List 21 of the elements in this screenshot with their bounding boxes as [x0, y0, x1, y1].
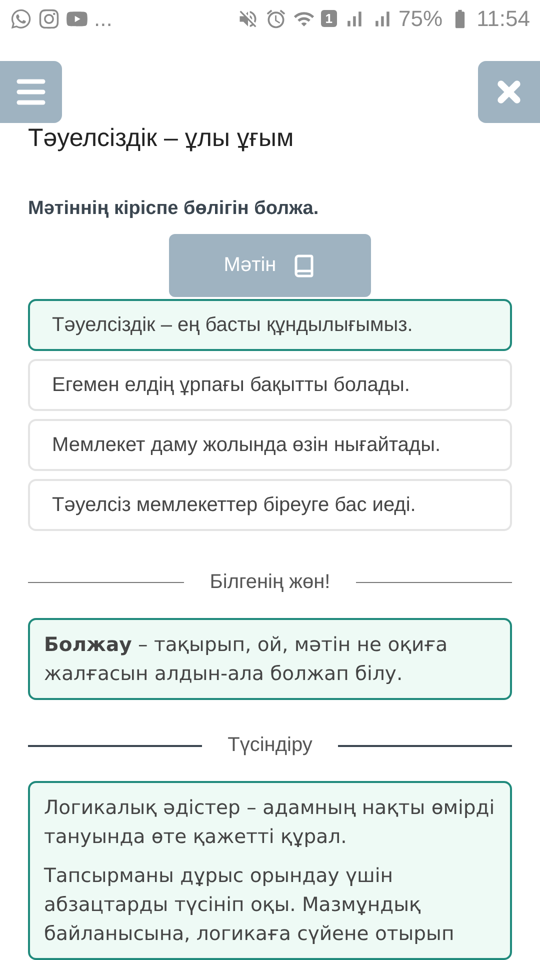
camera-app-icon — [38, 8, 60, 30]
section-heading: Білгенің жөн! — [208, 571, 332, 594]
answer-option[interactable]: Тәуелсіз мемлекеттер біреуге бас иеді. — [28, 479, 512, 531]
menu-button[interactable] — [0, 61, 62, 124]
explanation-paragraph: Тапсырманы дұрыс орындау үшін абзацтарды түсініп оқы. Мазмұндық байланысына, логикаға сүйене отырып — [44, 863, 456, 947]
definition-text: Болжау – тақырып, ой, мәтін не оқиға жалғасын алдын-ала болжап білу. — [44, 632, 449, 687]
more-notifications: ... — [94, 6, 112, 32]
explanation-paragraph: Логикалық әдістер – адамның нақты өмірді тануында өте қажетті құрал. — [44, 795, 496, 850]
answer-option[interactable]: Тәуелсіздік – ең басты құндылығымыз. — [28, 299, 512, 351]
section-heading: Түсіндіру — [226, 734, 314, 757]
book-icon — [292, 254, 316, 278]
close-button[interactable] — [478, 61, 540, 124]
question-text: Мәтіннің кіріспе бөлігін болжа. — [28, 198, 320, 220]
chat-app-icon — [10, 8, 32, 30]
battery-percent: 75% — [398, 6, 443, 32]
sim-indicator: 1 — [321, 10, 337, 28]
answer-option[interactable]: Егемен елдің ұрпағы бақытты болады. — [28, 359, 512, 411]
clock: 11:54 — [476, 6, 530, 32]
answer-option[interactable]: Мемлекет даму жолында өзін нығайтады. — [28, 419, 512, 471]
lesson-title: Тәуелсіздік – ұлы ұғым — [28, 123, 295, 154]
alarm-icon — [265, 8, 288, 30]
